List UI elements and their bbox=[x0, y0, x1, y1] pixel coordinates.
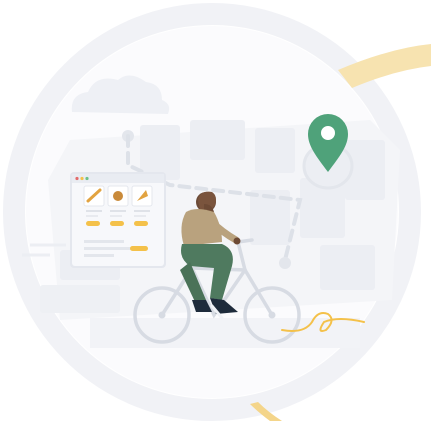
delivery-illustration bbox=[3, 3, 431, 421]
menu-card-icon bbox=[70, 172, 166, 268]
illustration-stage bbox=[0, 0, 431, 421]
map-pin-icon bbox=[302, 114, 354, 190]
